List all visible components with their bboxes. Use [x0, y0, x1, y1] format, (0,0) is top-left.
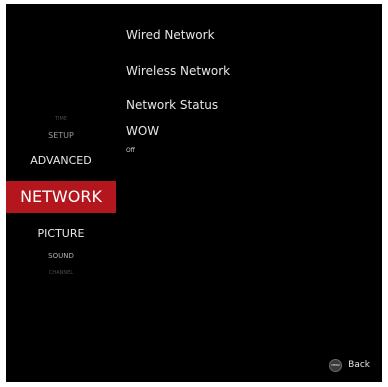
side-item-picture[interactable]: PICTURE [6, 227, 116, 240]
menu-item-wired-network[interactable]: Wired Network [126, 28, 215, 42]
side-item-advanced[interactable]: ADVANCED [6, 154, 116, 167]
back-label: Back [348, 360, 370, 370]
side-item-channel[interactable]: CHANNEL [6, 270, 116, 276]
side-item-network[interactable]: NETWORK [6, 181, 116, 213]
side-item-time[interactable]: TIME [6, 116, 116, 122]
menu-item-wow[interactable]: WOW [126, 124, 159, 138]
side-menu: TIME SETUP ADVANCED NETWORK PICTURE SOUN… [6, 4, 116, 382]
menu-key-icon: MENU [329, 358, 343, 372]
tv-settings-screen: TIME SETUP ADVANCED NETWORK PICTURE SOUN… [6, 4, 382, 382]
wow-value: Off [126, 147, 135, 154]
menu-item-wireless-network[interactable]: Wireless Network [126, 64, 230, 78]
menu-item-network-status[interactable]: Network Status [126, 98, 218, 112]
back-hint[interactable]: MENU Back [329, 357, 370, 373]
side-item-setup[interactable]: SETUP [6, 131, 116, 140]
side-item-sound[interactable]: SOUND [6, 252, 116, 260]
